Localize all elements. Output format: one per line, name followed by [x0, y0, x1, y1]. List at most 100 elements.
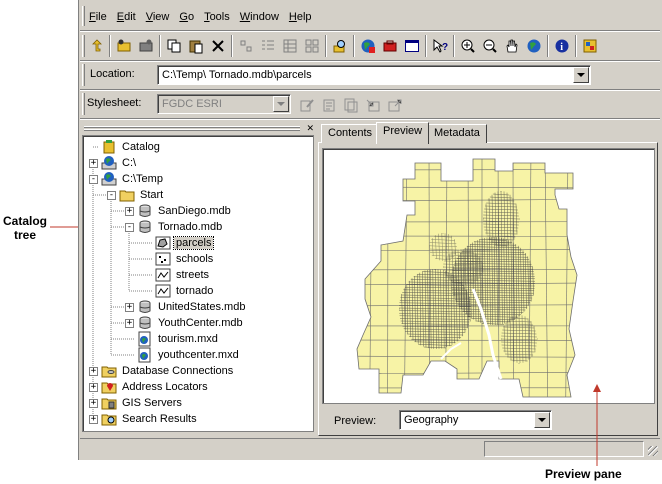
menu-accelerator: E — [116, 11, 125, 23]
tree-node-icon — [101, 155, 117, 171]
expand-toggle-icon[interactable]: + — [125, 318, 134, 328]
list-button[interactable] — [257, 35, 279, 57]
location-divider — [80, 89, 660, 91]
preview-mode-dropdown-button[interactable] — [534, 412, 550, 428]
full-extent-globe-icon — [527, 39, 541, 53]
tree-node-gis-servers[interactable]: + GIS Servers — [89, 395, 184, 411]
menu-go[interactable]: Go — [174, 8, 199, 26]
command-window-icon — [405, 40, 419, 52]
database-icon — [139, 220, 151, 233]
paste-button[interactable] — [185, 35, 207, 57]
create-update-metadata-button[interactable] — [340, 94, 362, 116]
collapse-toggle-icon[interactable]: - — [107, 190, 116, 200]
tree-node-tornado[interactable]: tornado — [143, 283, 215, 299]
delete-button[interactable] — [207, 35, 229, 57]
tab-preview[interactable]: Preview — [376, 122, 430, 144]
tree-node-address-locators[interactable]: + Address Locators — [89, 379, 210, 395]
tab-contents[interactable]: Contents — [321, 124, 380, 143]
tree-node-schools[interactable]: schools — [143, 251, 215, 267]
whats-this-button[interactable]: ? — [429, 35, 451, 57]
tab-metadata[interactable]: Metadata — [427, 124, 487, 143]
up-arrow-icon — [92, 39, 102, 52]
tree-node-tourism-mxd[interactable]: tourism.mxd — [125, 331, 220, 347]
large-icons-button[interactable] — [235, 35, 257, 57]
tree-node-label: Start — [140, 189, 164, 201]
expand-toggle-icon[interactable]: + — [89, 366, 98, 376]
full-extent-button[interactable] — [523, 35, 545, 57]
menu-view[interactable]: View — [141, 8, 175, 26]
menu-label-rest: iew — [152, 11, 170, 23]
tree-node-label: tornado — [176, 285, 214, 297]
create-thumbnail-button[interactable] — [579, 35, 601, 57]
toolbar-separator — [159, 35, 161, 57]
tree-node-sandiego-mdb[interactable]: + SanDiego.mdb — [125, 203, 233, 219]
tree-node-search-results[interactable]: + Search Results — [89, 411, 199, 427]
tree-node-tornado-mdb[interactable]: - Tornado.mdb — [125, 219, 224, 235]
tree-node-label: youthcenter.mxd — [158, 349, 239, 361]
details-button[interactable] — [279, 35, 301, 57]
info-icon: i — [555, 39, 569, 53]
tree-node-label: SanDiego.mdb — [158, 205, 231, 217]
menu-file[interactable]: File — [84, 8, 112, 26]
preview-mode-select[interactable]: Geography — [399, 410, 552, 430]
toolbar-divider — [80, 60, 660, 62]
tree-node-c-temp[interactable]: - C:\Temp — [89, 171, 165, 187]
pan-button[interactable] — [501, 35, 523, 57]
expand-toggle-icon[interactable]: + — [89, 158, 98, 168]
stylesheet-dropdown-button[interactable] — [273, 96, 289, 112]
edit-metadata-button[interactable] — [296, 94, 318, 116]
up-one-level-button[interactable] — [85, 35, 107, 57]
disconnect-folder-icon — [139, 39, 153, 52]
map-document-icon — [138, 347, 151, 363]
location-dropdown-button[interactable] — [573, 67, 589, 83]
catalog-tree[interactable]: Catalog + C:\ - C:\Temp - Start + SanDiego.mdb - T… — [82, 135, 314, 432]
metadata-properties-button[interactable] — [318, 94, 340, 116]
tree-node-youthcenter-mdb[interactable]: + YouthCenter.mdb — [125, 315, 245, 331]
connect-folder-button[interactable] — [113, 35, 135, 57]
zoom-in-button[interactable] — [457, 35, 479, 57]
launch-arcmap-button[interactable] — [357, 35, 379, 57]
stylesheet-value: FGDC ESRI — [162, 98, 222, 110]
zoom-out-button[interactable] — [479, 35, 501, 57]
stylesheet-select[interactable]: FGDC ESRI — [157, 94, 291, 114]
tree-node-streets[interactable]: streets — [143, 267, 211, 283]
location-field[interactable]: C:\Temp\ Tornado.mdb\parcels — [157, 65, 591, 85]
expand-toggle-icon[interactable]: + — [125, 302, 134, 312]
tree-node-icon — [137, 219, 153, 235]
tree-node-parcels[interactable]: parcels — [143, 235, 215, 251]
toolbar-separator — [109, 35, 111, 57]
database-connections-icon — [101, 366, 117, 378]
menu-window[interactable]: Window — [235, 8, 284, 26]
tree-node-start[interactable]: - Start — [107, 187, 165, 203]
copy-button[interactable] — [163, 35, 185, 57]
resize-grip-icon[interactable] — [648, 446, 658, 456]
import-metadata-button[interactable] — [362, 94, 384, 116]
tree-node-label: YouthCenter.mdb — [158, 317, 243, 329]
tree-node-c[interactable]: + C:\ — [89, 155, 138, 171]
expand-toggle-icon[interactable]: + — [89, 382, 98, 392]
tree-node-catalog[interactable]: Catalog — [89, 139, 162, 155]
identify-button[interactable]: i — [551, 35, 573, 57]
preview-canvas[interactable] — [322, 148, 655, 404]
tree-pane-close-icon[interactable]: ✕ — [306, 123, 314, 133]
expand-toggle-icon[interactable]: + — [125, 206, 134, 216]
preview-mode-value: Geography — [404, 414, 459, 426]
menu-tools[interactable]: Tools — [199, 8, 235, 26]
collapse-toggle-icon[interactable]: - — [89, 174, 98, 184]
tree-node-unitedstates-mdb[interactable]: + UnitedStates.mdb — [125, 299, 247, 315]
edit-metadata-icon — [300, 99, 314, 112]
command-line-button[interactable] — [401, 35, 423, 57]
menu-edit[interactable]: Edit — [112, 8, 141, 26]
point-featureclass-icon — [155, 252, 171, 266]
export-metadata-button[interactable] — [384, 94, 406, 116]
expand-toggle-icon[interactable]: + — [89, 414, 98, 424]
tree-node-database-connections[interactable]: + Database Connections — [89, 363, 235, 379]
tree-node-youthcenter-mxd[interactable]: youthcenter.mxd — [125, 347, 241, 363]
search-button[interactable] — [329, 35, 351, 57]
collapse-toggle-icon[interactable]: - — [125, 222, 134, 232]
arctoolbox-button[interactable] — [379, 35, 401, 57]
thumbnails-button[interactable] — [301, 35, 323, 57]
expand-toggle-icon[interactable]: + — [89, 398, 98, 408]
disconnect-folder-button[interactable] — [135, 35, 157, 57]
menu-help[interactable]: Help — [284, 8, 317, 26]
